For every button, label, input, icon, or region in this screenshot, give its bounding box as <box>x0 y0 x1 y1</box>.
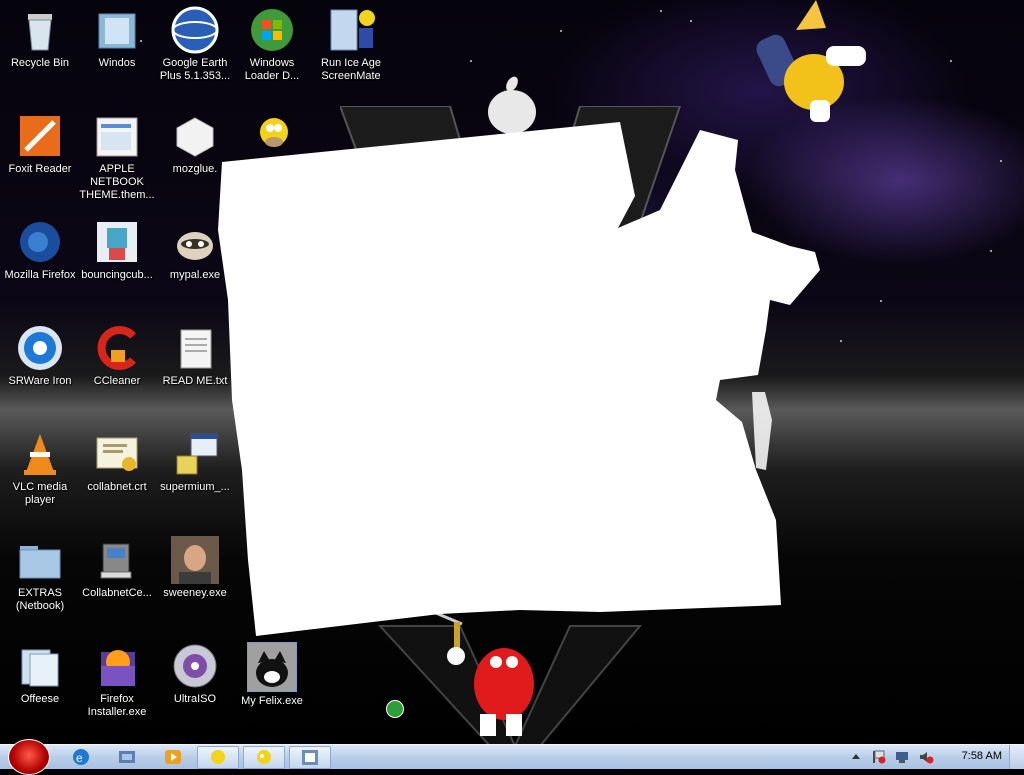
taskbar-item-screenmate[interactable] <box>197 746 239 769</box>
clock-time[interactable]: 7:58 AM <box>962 750 1002 762</box>
desktop-background: Recycle Bin Foxit Reader Mozilla Firefox… <box>0 0 1024 744</box>
taskbar: e 7:58 AM <box>0 739 1024 775</box>
volume-muted-icon[interactable] <box>918 750 934 764</box>
show-desktop-button[interactable] <box>1009 745 1024 769</box>
show-hidden-icons-chevron-icon[interactable] <box>848 750 864 764</box>
white-blob-overlay <box>218 122 820 636</box>
start-button[interactable] <box>8 739 50 775</box>
svg-text:e: e <box>76 751 83 765</box>
network-icon[interactable] <box>116 747 138 767</box>
taskbar-item-homer[interactable] <box>243 746 285 769</box>
action-center-flag-icon[interactable] <box>870 750 886 764</box>
media-player-icon[interactable] <box>162 747 184 767</box>
taskbar-item-ice-age[interactable] <box>289 746 331 769</box>
network-status-icon[interactable] <box>894 750 910 764</box>
internet-explorer-icon[interactable]: e <box>70 747 92 767</box>
